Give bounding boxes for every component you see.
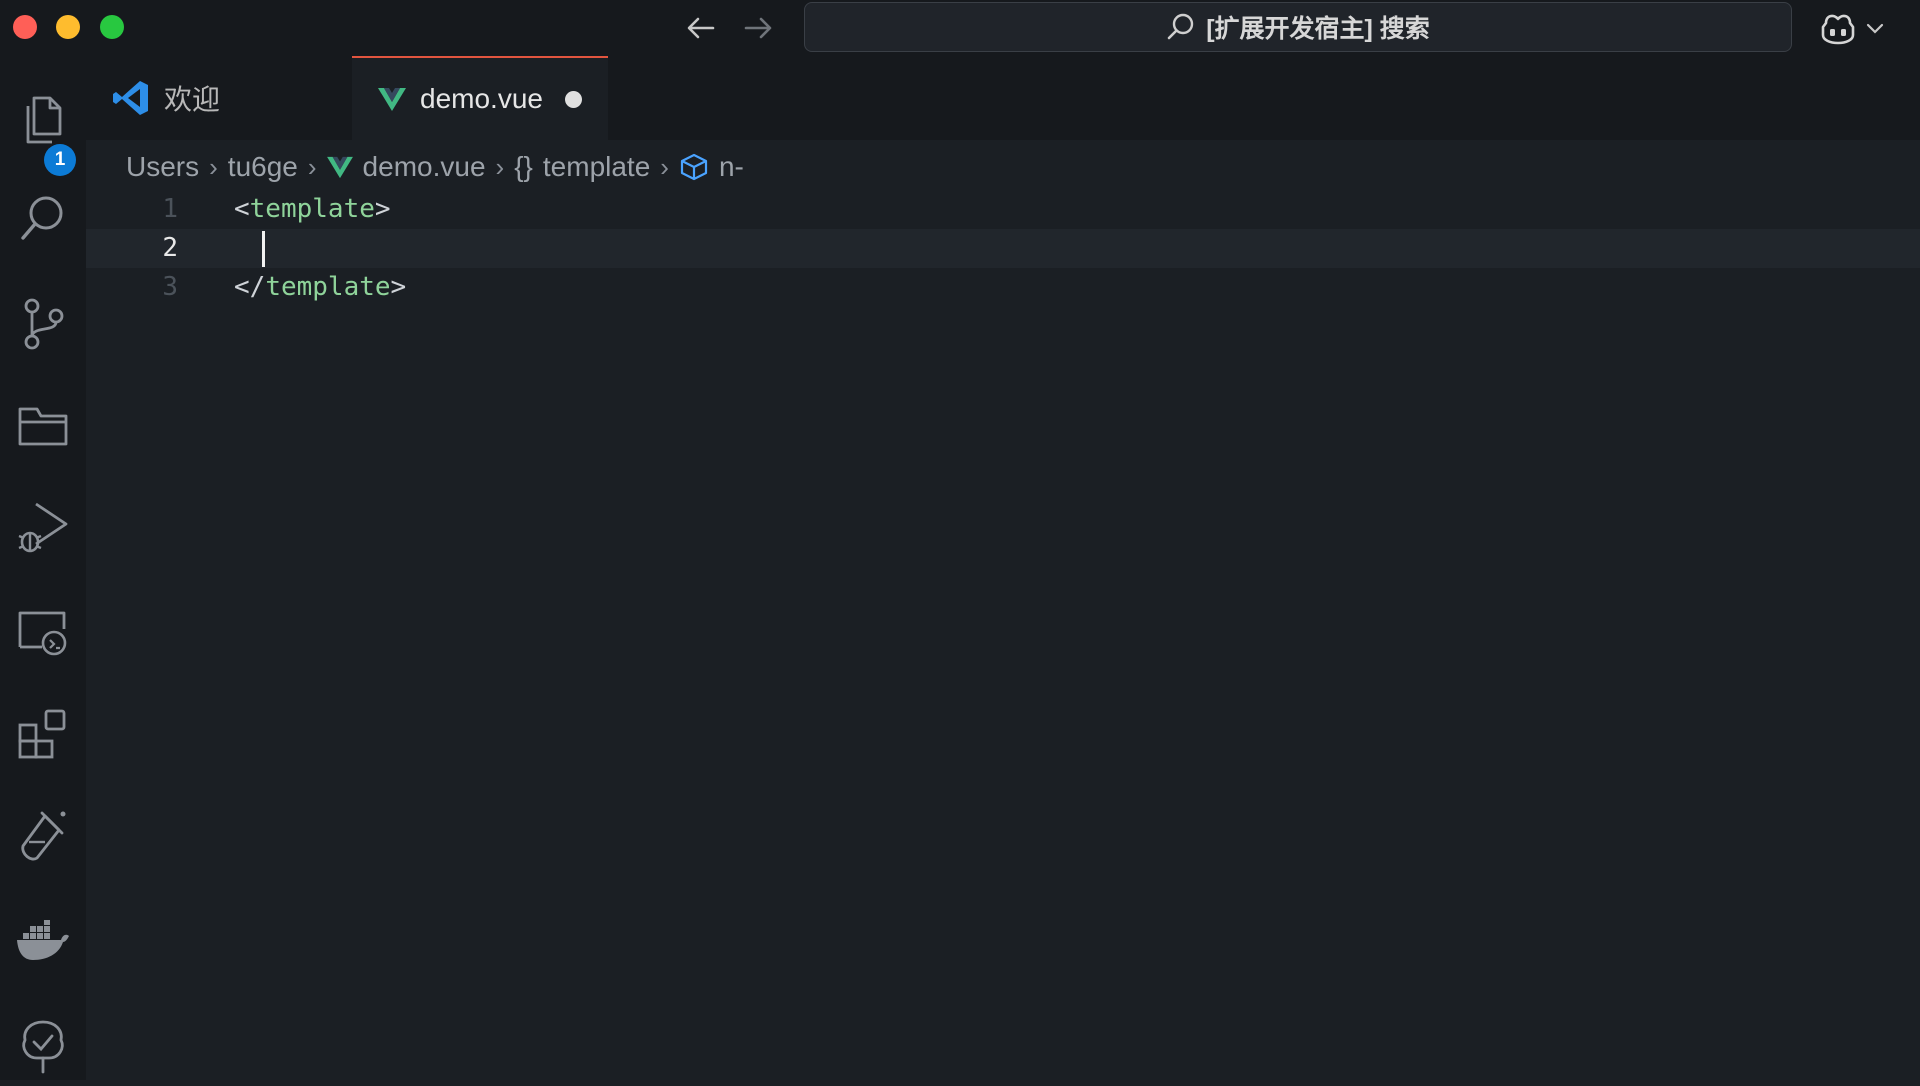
testing-flask-icon xyxy=(21,811,66,861)
code-token: </ xyxy=(234,272,266,302)
chevron-right-icon: › xyxy=(307,151,317,182)
folder-icon xyxy=(18,407,68,446)
code-text: <template> xyxy=(234,190,391,229)
docker-icon xyxy=(17,920,69,960)
activity-remote-explorer[interactable] xyxy=(0,592,86,672)
window-close-button[interactable] xyxy=(13,15,37,39)
go-back-button[interactable] xyxy=(684,12,718,44)
activity-testing[interactable] xyxy=(0,796,86,876)
code-token: template xyxy=(265,272,391,302)
breadcrumb-users[interactable]: Users xyxy=(126,151,199,183)
go-forward-button[interactable] xyxy=(741,12,775,44)
tab-label: 欢迎 xyxy=(164,84,221,115)
editor-tab-bar: 欢迎 demo.vue xyxy=(86,56,1920,140)
breadcrumb-label: n- xyxy=(718,151,744,182)
search-icon xyxy=(1167,13,1194,40)
title-bar: [扩展开发宿主] 搜索 xyxy=(0,0,1920,56)
explorer-badge: 1 xyxy=(44,144,76,176)
breadcrumb: Users › tu6ge › demo.vue › {} template ›… xyxy=(126,144,744,190)
vscode-logo-icon xyxy=(113,81,148,115)
breadcrumb-label: demo.vue xyxy=(362,151,486,182)
text-cursor xyxy=(262,231,265,267)
line-number: 2 xyxy=(162,233,178,263)
run-debug-icon xyxy=(18,502,68,553)
tab-label: demo.vue xyxy=(420,83,543,114)
breadcrumb-label: Users xyxy=(126,151,200,182)
code-line-current[interactable]: 2 xyxy=(86,229,1920,268)
chevron-down-icon xyxy=(1866,23,1884,34)
breadcrumb-tu6ge[interactable]: tu6ge xyxy=(228,151,298,183)
breadcrumb-label: tu6ge xyxy=(227,151,298,182)
arrow-left-icon xyxy=(687,17,715,39)
search-icon xyxy=(21,196,63,240)
tree-icon xyxy=(22,1020,64,1074)
breadcrumb-template[interactable]: {} template xyxy=(514,151,650,183)
line-number: 3 xyxy=(162,272,178,302)
source-control-icon xyxy=(24,298,64,350)
remote-explorer-icon xyxy=(18,611,67,656)
window-maximize-button[interactable] xyxy=(100,15,124,39)
command-center-search[interactable]: [扩展开发宿主] 搜索 xyxy=(804,2,1792,52)
tab-welcome[interactable]: 欢迎 xyxy=(86,56,352,140)
code-line[interactable]: 3 </template> xyxy=(86,268,1920,307)
vue-logo-icon xyxy=(378,88,406,111)
unsaved-changes-dot[interactable] xyxy=(564,90,582,108)
code-token: > xyxy=(374,194,391,224)
extensions-icon xyxy=(18,709,66,759)
code-token: > xyxy=(390,272,407,302)
breadcrumb-label: template xyxy=(542,151,651,182)
chevron-right-icon: › xyxy=(660,151,669,182)
code-token: template xyxy=(249,194,375,224)
activity-extensions[interactable] xyxy=(0,694,86,774)
window-minimize-button[interactable] xyxy=(56,15,80,39)
command-center-label: [扩展开发宿主] 搜索 xyxy=(1206,15,1430,43)
code-editor[interactable]: 1 <template> 2 3 </template> xyxy=(86,190,1920,1080)
files-icon xyxy=(26,96,62,144)
copilot-icon xyxy=(1821,14,1855,45)
activity-search[interactable] xyxy=(0,180,86,260)
chevron-right-icon: › xyxy=(209,151,218,182)
vue-logo-icon xyxy=(326,156,353,179)
activity-explorer[interactable]: 1 xyxy=(0,80,86,176)
code-line[interactable]: 1 <template> xyxy=(86,190,1920,229)
activity-folders[interactable] xyxy=(0,386,86,466)
arrow-right-icon xyxy=(744,17,772,39)
code-token: < xyxy=(234,194,250,224)
cube-icon xyxy=(680,153,708,181)
activity-tree-view[interactable] xyxy=(0,1006,86,1086)
code-text: </template> xyxy=(234,268,406,307)
activity-source-control[interactable] xyxy=(0,284,86,364)
activity-bar: 1 xyxy=(0,56,86,1080)
braces-icon: {} xyxy=(514,151,533,182)
copilot-menu-button[interactable] xyxy=(1818,10,1888,46)
chevron-right-icon: › xyxy=(495,151,505,182)
breadcrumb-n-element[interactable]: n- xyxy=(679,151,744,183)
line-number: 1 xyxy=(162,194,178,224)
breadcrumb-demo-vue[interactable]: demo.vue xyxy=(326,151,486,183)
tab-demo-vue[interactable]: demo.vue xyxy=(352,56,608,140)
activity-docker[interactable] xyxy=(0,902,86,982)
activity-run-debug[interactable] xyxy=(0,488,86,568)
